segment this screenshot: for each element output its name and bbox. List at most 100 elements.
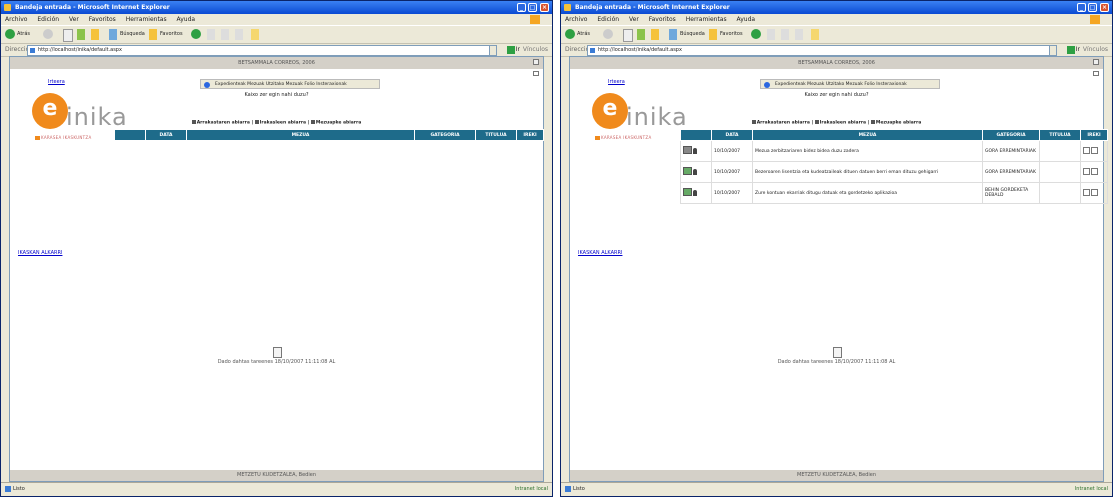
table-row[interactable]: 10/10/2007 Bezeroaren lisentzia eta kude…	[680, 161, 1108, 183]
print-icon[interactable]	[1093, 59, 1099, 65]
open-checkbox[interactable]	[1083, 146, 1090, 154]
favorites-label[interactable]: Favoritos	[720, 29, 743, 40]
select-checkbox[interactable]	[1091, 188, 1099, 196]
filter-arrakasta[interactable]: Arrakastaren abiarra	[197, 121, 250, 126]
home-icon[interactable]	[651, 29, 659, 40]
filter-irakasleen[interactable]: Irakasleen abiarra	[260, 121, 306, 126]
stop-icon[interactable]	[623, 29, 633, 42]
search-label[interactable]: Búsqueda	[120, 29, 145, 40]
menu-view[interactable]: Ver	[629, 16, 639, 23]
row-message[interactable]: Zure kontuan ekarriak ditugu datuak eta …	[752, 182, 983, 204]
close-button[interactable]: ×	[540, 3, 549, 12]
message-menu-bar[interactable]: Expedienteak Mezuak Utzitako Mezuak Foli…	[200, 79, 380, 89]
address-dropdown[interactable]	[1049, 45, 1057, 56]
exit-link[interactable]: Irteera	[48, 79, 65, 85]
history-icon[interactable]	[767, 29, 775, 40]
table-header-row: DATA MEZUA GATEGORIA TITULUA IREKI	[680, 129, 1108, 141]
history-icon[interactable]	[207, 29, 215, 40]
media-icon[interactable]	[191, 29, 201, 39]
col-open[interactable]: IREKI	[516, 129, 544, 141]
table-row[interactable]: 10/10/2007 Mezua zerbitzariaren bidez bi…	[680, 140, 1108, 162]
folder-icon[interactable]	[251, 29, 259, 40]
side-link[interactable]: IKASKAN ALKARRI	[578, 250, 622, 256]
refresh-icon[interactable]	[637, 29, 645, 40]
favorites-label[interactable]: Favoritos	[160, 29, 183, 40]
refresh-icon[interactable]	[77, 29, 85, 40]
message-menu-bar[interactable]: Expedienteak Mezuak Utzitako Mezuak Foli…	[760, 79, 940, 89]
col-category[interactable]: GATEGORIA	[414, 129, 476, 141]
print-icon[interactable]	[235, 29, 243, 40]
minimize-button[interactable]: _	[517, 3, 526, 12]
menu-help[interactable]: Ayuda	[737, 16, 756, 23]
col-date[interactable]: DATA	[145, 129, 187, 141]
stop-icon[interactable]	[63, 29, 73, 42]
minimize-button[interactable]: _	[1077, 3, 1086, 12]
search-label[interactable]: Búsqueda	[680, 29, 705, 40]
mail-icon[interactable]	[533, 71, 539, 76]
folder-icon[interactable]	[811, 29, 819, 40]
menu-view[interactable]: Ver	[69, 16, 79, 23]
exit-link[interactable]: Irteera	[608, 79, 625, 85]
row-message[interactable]: Mezua zerbitzariaren bidez bidea duzu za…	[752, 140, 983, 162]
title-bar[interactable]: Bandeja entrada - Microsoft Internet Exp…	[561, 1, 1112, 14]
col-title[interactable]: TITULUA	[475, 129, 517, 141]
filter-arrakasta[interactable]: Arrakastaren abiarra	[757, 121, 810, 126]
col-date[interactable]: DATA	[711, 129, 753, 141]
ie-app-icon	[4, 4, 11, 11]
home-icon[interactable]	[91, 29, 99, 40]
back-label[interactable]: Atrás	[17, 29, 30, 40]
col-message[interactable]: MEZUA	[186, 129, 415, 141]
forward-arrow-icon[interactable]	[43, 29, 53, 39]
menu-file[interactable]: Archivo	[565, 16, 587, 23]
menu-favorites[interactable]: Favoritos	[89, 16, 116, 23]
open-checkbox[interactable]	[1083, 167, 1090, 175]
address-dropdown[interactable]	[489, 45, 497, 56]
print-icon[interactable]	[533, 59, 539, 65]
back-arrow-icon[interactable]	[5, 29, 15, 39]
row-message[interactable]: Bezeroaren lisentzia eta kudeatzaileak d…	[752, 161, 983, 183]
maximize-button[interactable]: □	[1088, 3, 1097, 12]
filter-irakasleen[interactable]: Irakasleen abiarra	[820, 121, 866, 126]
address-input[interactable]: http://localhost/inika/default.aspx	[27, 45, 490, 56]
col-message[interactable]: MEZUA	[752, 129, 983, 141]
mail-icon[interactable]	[1093, 71, 1099, 76]
menu-tools[interactable]: Herramientas	[126, 16, 167, 23]
filter-mezuapke[interactable]: Mezuapke abiarra	[316, 121, 361, 126]
mail-icon[interactable]	[781, 29, 789, 40]
menu-edit[interactable]: Edición	[37, 16, 59, 23]
print-icon[interactable]	[795, 29, 803, 40]
table-row[interactable]: 10/10/2007 Zure kontuan ekarriak ditugu …	[680, 182, 1108, 204]
mail-icon[interactable]	[221, 29, 229, 40]
address-input[interactable]: http://localhost/inika/default.aspx	[587, 45, 1050, 56]
menu-file[interactable]: Archivo	[5, 16, 27, 23]
select-checkbox[interactable]	[1091, 146, 1099, 154]
search-icon[interactable]	[109, 29, 117, 40]
back-arrow-icon[interactable]	[565, 29, 575, 39]
search-icon[interactable]	[669, 29, 677, 40]
back-label[interactable]: Atrás	[577, 29, 590, 40]
filter-icon	[310, 120, 315, 124]
links-label[interactable]: Vínculos	[523, 44, 548, 56]
title-bar[interactable]: Bandeja entrada - Microsoft Internet Exp…	[1, 1, 552, 14]
col-title[interactable]: TITULUA	[1039, 129, 1081, 141]
menu-help[interactable]: Ayuda	[177, 16, 196, 23]
favorites-star-icon[interactable]	[149, 29, 157, 40]
side-link[interactable]: IKASKAN ALKARRI	[18, 250, 62, 256]
select-checkbox[interactable]	[1091, 167, 1099, 175]
favorites-star-icon[interactable]	[709, 29, 717, 40]
open-checkbox[interactable]	[1083, 188, 1090, 196]
row-icons	[680, 161, 712, 183]
menu-favorites[interactable]: Favoritos	[649, 16, 676, 23]
menu-tools[interactable]: Herramientas	[686, 16, 727, 23]
go-button[interactable]: Ir	[505, 45, 522, 54]
media-icon[interactable]	[751, 29, 761, 39]
forward-arrow-icon[interactable]	[603, 29, 613, 39]
filter-mezuapke[interactable]: Mezuapke abiarra	[876, 121, 921, 126]
col-category[interactable]: GATEGORIA	[982, 129, 1040, 141]
col-open[interactable]: IREKI	[1080, 129, 1108, 141]
go-button[interactable]: Ir	[1065, 45, 1082, 54]
links-label[interactable]: Vínculos	[1083, 44, 1108, 56]
menu-edit[interactable]: Edición	[597, 16, 619, 23]
close-button[interactable]: ×	[1100, 3, 1109, 12]
maximize-button[interactable]: □	[528, 3, 537, 12]
